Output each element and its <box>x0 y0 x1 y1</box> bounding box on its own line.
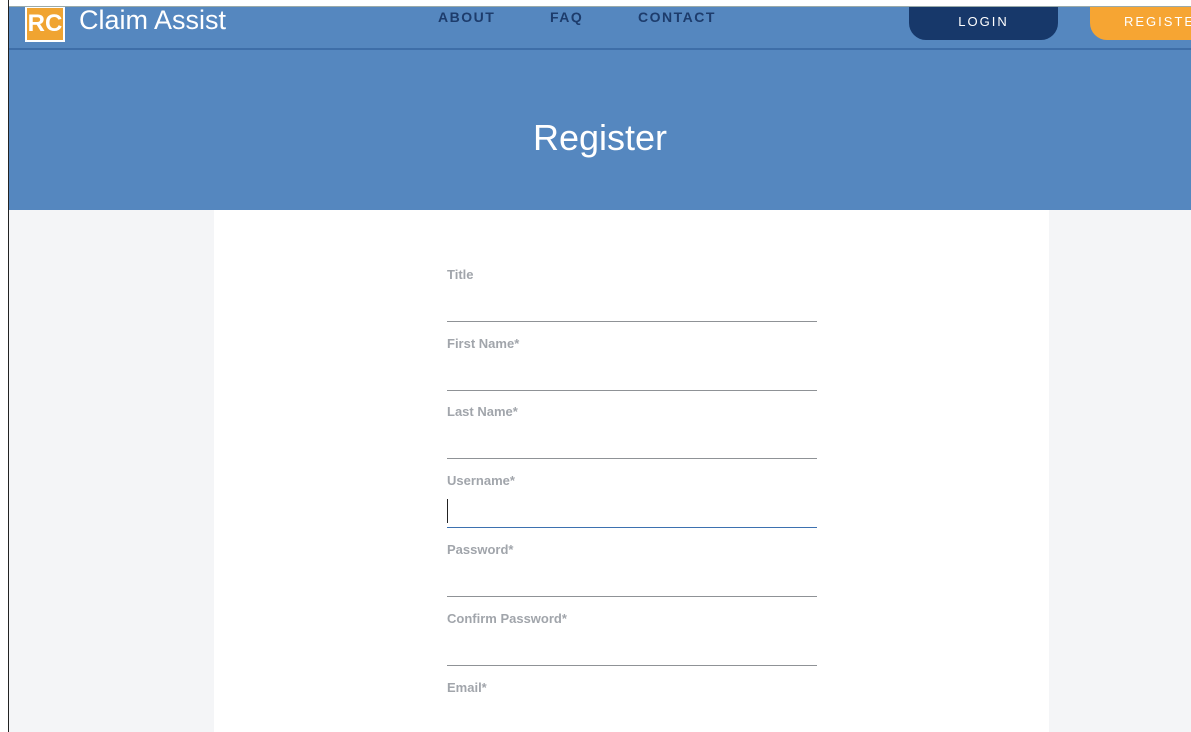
window-top-edge <box>9 0 1191 7</box>
username-input[interactable] <box>447 500 817 528</box>
brand-name[interactable]: Claim Assist <box>79 3 226 37</box>
first-name-input[interactable] <box>447 363 817 391</box>
page-header-banner: Register <box>9 50 1191 210</box>
last-name-label: Last Name* <box>447 404 518 419</box>
first-name-label: First Name* <box>447 336 520 351</box>
email-label: Email* <box>447 680 487 695</box>
last-name-input[interactable] <box>447 431 817 459</box>
confirm-password-label: Confirm Password* <box>447 611 567 626</box>
password-label: Password* <box>447 542 514 557</box>
nav-about-link[interactable]: ABOUT <box>438 9 495 25</box>
username-field: Username* <box>447 473 817 528</box>
text-cursor <box>447 499 448 523</box>
register-button[interactable]: REGISTER <box>1090 7 1191 40</box>
window-left-edge <box>0 0 9 732</box>
title-field: Title <box>447 267 817 322</box>
nav-faq-link[interactable]: FAQ <box>550 9 583 25</box>
last-name-field: Last Name* <box>447 404 817 459</box>
page-title: Register <box>532 117 668 158</box>
first-name-field: First Name* <box>447 336 817 391</box>
top-navigation-bar: RC Claim Assist ABOUT FAQ CONTACT LOGIN … <box>9 5 1191 50</box>
logo-icon[interactable]: RC <box>25 6 65 42</box>
title-label: Title <box>447 267 474 282</box>
title-input[interactable] <box>447 294 817 322</box>
username-label: Username* <box>447 473 515 488</box>
login-button[interactable]: LOGIN <box>909 7 1058 40</box>
password-field: Password* <box>447 542 817 597</box>
confirm-password-field: Confirm Password* <box>447 611 817 666</box>
confirm-password-input[interactable] <box>447 638 817 666</box>
password-input[interactable] <box>447 569 817 597</box>
nav-contact-link[interactable]: CONTACT <box>638 9 716 25</box>
email-field: Email* <box>447 680 817 696</box>
registration-form-card: Title First Name* Last Name* Username* P… <box>214 210 1049 732</box>
